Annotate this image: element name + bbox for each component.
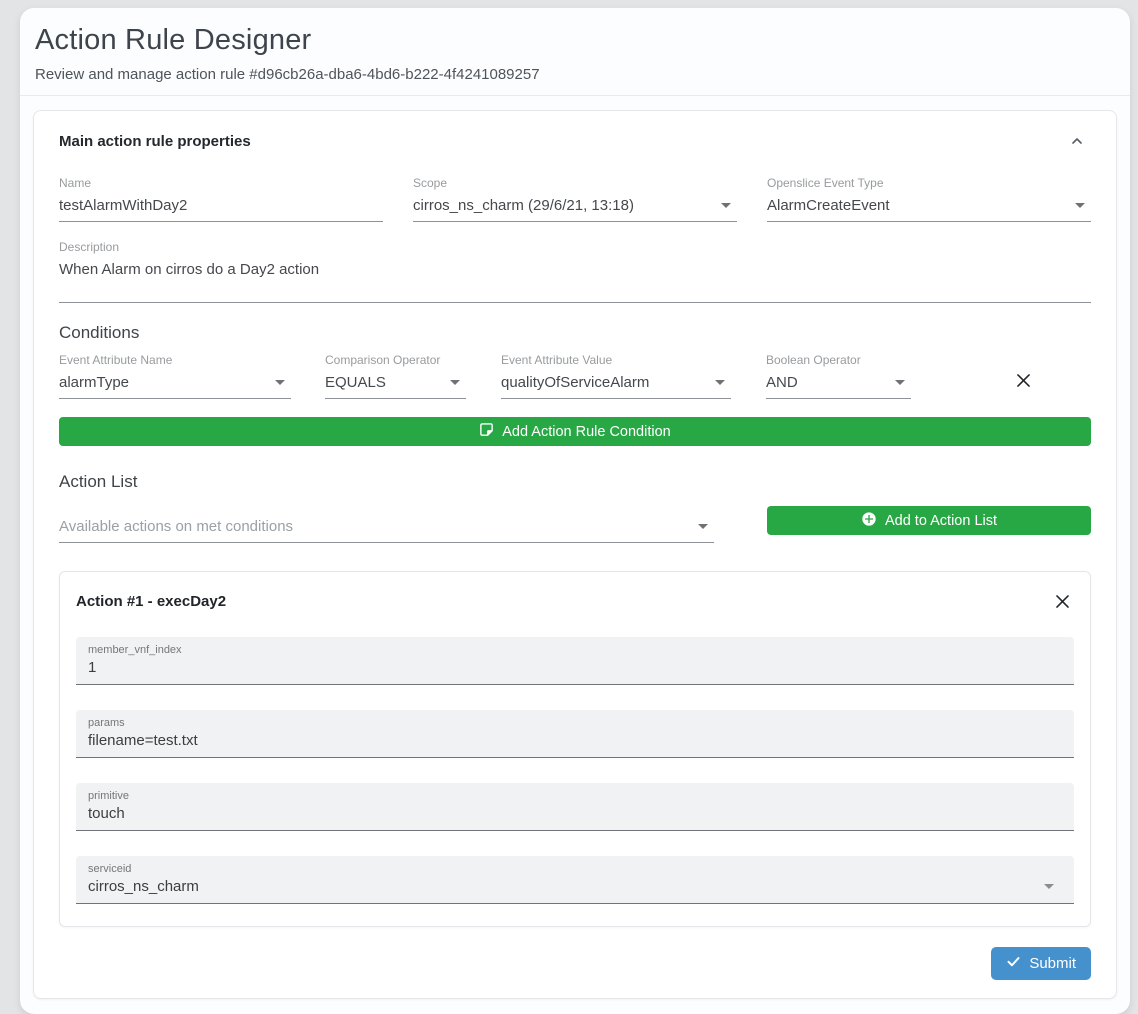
dropdown-arrow-icon	[275, 380, 285, 385]
attribute-name-select-value: alarmType	[59, 374, 129, 391]
chevron-up-icon	[1069, 137, 1085, 152]
primitive-label: primitive	[88, 790, 1062, 802]
main-card-title: Main action rule properties	[59, 133, 251, 150]
attribute-value-select[interactable]: qualityOfServiceAlarm	[501, 374, 731, 399]
action-card: Action #1 - execDay2 member_vnf_index pa…	[59, 571, 1091, 927]
available-actions-placeholder: Available actions on met conditions	[59, 518, 293, 535]
primitive-field: primitive	[76, 783, 1074, 831]
add-to-action-list-button-label: Add to Action List	[885, 513, 997, 529]
member-vnf-index-field: member_vnf_index	[76, 637, 1074, 685]
dropdown-arrow-icon	[1075, 203, 1085, 208]
check-icon	[1006, 954, 1021, 973]
scope-field-wrap: Scope cirros_ns_charm (29/6/21, 13:18)	[413, 176, 737, 222]
page-subtitle: Review and manage action rule #d96cb26a-…	[35, 66, 1114, 83]
params-field: params	[76, 710, 1074, 758]
event-type-select-value: AlarmCreateEvent	[767, 197, 890, 214]
comparison-operator-select[interactable]: EQUALS	[325, 374, 466, 399]
serviceid-label: serviceid	[88, 863, 1062, 875]
member-vnf-index-input[interactable]	[88, 659, 1062, 676]
description-field-wrap: Description	[59, 240, 1091, 303]
dropdown-arrow-icon	[1044, 884, 1054, 889]
available-actions-field-wrap: Available actions on met conditions	[59, 518, 714, 543]
add-condition-button[interactable]: Add Action Rule Condition	[59, 417, 1091, 446]
add-condition-button-label: Add Action Rule Condition	[502, 424, 670, 440]
attribute-name-field-wrap: Event Attribute Name alarmType	[59, 353, 291, 399]
serviceid-select-value: cirros_ns_charm	[88, 878, 199, 895]
boolean-operator-select[interactable]: AND	[766, 374, 911, 399]
submit-button-label: Submit	[1029, 955, 1076, 972]
params-input[interactable]	[88, 732, 1062, 749]
boolean-operator-label: Boolean Operator	[766, 353, 911, 367]
scope-select-value: cirros_ns_charm (29/6/21, 13:18)	[413, 197, 634, 214]
remove-action-button[interactable]	[1051, 590, 1074, 613]
name-label: Name	[59, 176, 383, 190]
comparison-operator-field-wrap: Comparison Operator EQUALS	[325, 353, 466, 399]
available-actions-select[interactable]: Available actions on met conditions	[59, 518, 714, 543]
description-input[interactable]	[59, 261, 1091, 303]
page-card: Action Rule Designer Review and manage a…	[20, 8, 1130, 1014]
member-vnf-index-label: member_vnf_index	[88, 644, 1062, 656]
action-list-title: Action List	[59, 472, 1091, 492]
comparison-operator-select-value: EQUALS	[325, 374, 386, 391]
boolean-operator-select-value: AND	[766, 374, 798, 391]
action-list-row: Available actions on met conditions Add …	[59, 506, 1091, 543]
name-field-wrap: Name	[59, 176, 383, 222]
remove-condition-button[interactable]	[1012, 369, 1035, 392]
collapse-panel-button[interactable]	[1063, 133, 1091, 152]
dropdown-arrow-icon	[450, 380, 460, 385]
action-card-title: Action #1 - execDay2	[76, 593, 226, 610]
dropdown-arrow-icon	[698, 524, 708, 529]
boolean-operator-field-wrap: Boolean Operator AND	[766, 353, 911, 399]
name-input[interactable]	[59, 197, 383, 222]
comparison-operator-label: Comparison Operator	[325, 353, 466, 367]
close-icon	[1053, 599, 1072, 614]
header-divider	[20, 95, 1130, 96]
dropdown-arrow-icon	[715, 380, 725, 385]
note-icon	[479, 422, 494, 441]
description-label: Description	[59, 240, 1091, 254]
submit-button[interactable]: Submit	[991, 947, 1091, 980]
scope-select[interactable]: cirros_ns_charm (29/6/21, 13:18)	[413, 197, 737, 222]
attribute-value-label: Event Attribute Value	[501, 353, 731, 367]
add-circle-icon	[861, 511, 877, 531]
attribute-value-select-value: qualityOfServiceAlarm	[501, 374, 649, 391]
event-type-label: Openslice Event Type	[767, 176, 1091, 190]
scope-label: Scope	[413, 176, 737, 190]
condition-row: Event Attribute Name alarmType Compariso…	[59, 353, 1091, 399]
attribute-name-select[interactable]: alarmType	[59, 374, 291, 399]
attribute-value-field-wrap: Event Attribute Value qualityOfServiceAl…	[501, 353, 731, 399]
event-type-field-wrap: Openslice Event Type AlarmCreateEvent	[767, 176, 1091, 222]
event-type-select[interactable]: AlarmCreateEvent	[767, 197, 1091, 222]
primitive-input[interactable]	[88, 805, 1062, 822]
dropdown-arrow-icon	[895, 380, 905, 385]
serviceid-field[interactable]: serviceid cirros_ns_charm	[76, 856, 1074, 904]
close-icon	[1014, 378, 1033, 393]
dropdown-arrow-icon	[721, 203, 731, 208]
params-label: params	[88, 717, 1062, 729]
add-to-action-list-button[interactable]: Add to Action List	[767, 506, 1091, 535]
conditions-title: Conditions	[59, 323, 1091, 343]
page-title: Action Rule Designer	[35, 24, 1114, 57]
attribute-name-label: Event Attribute Name	[59, 353, 291, 367]
main-properties-card: Main action rule properties Name Scope c…	[33, 110, 1117, 999]
page-header: Action Rule Designer Review and manage a…	[20, 8, 1130, 95]
